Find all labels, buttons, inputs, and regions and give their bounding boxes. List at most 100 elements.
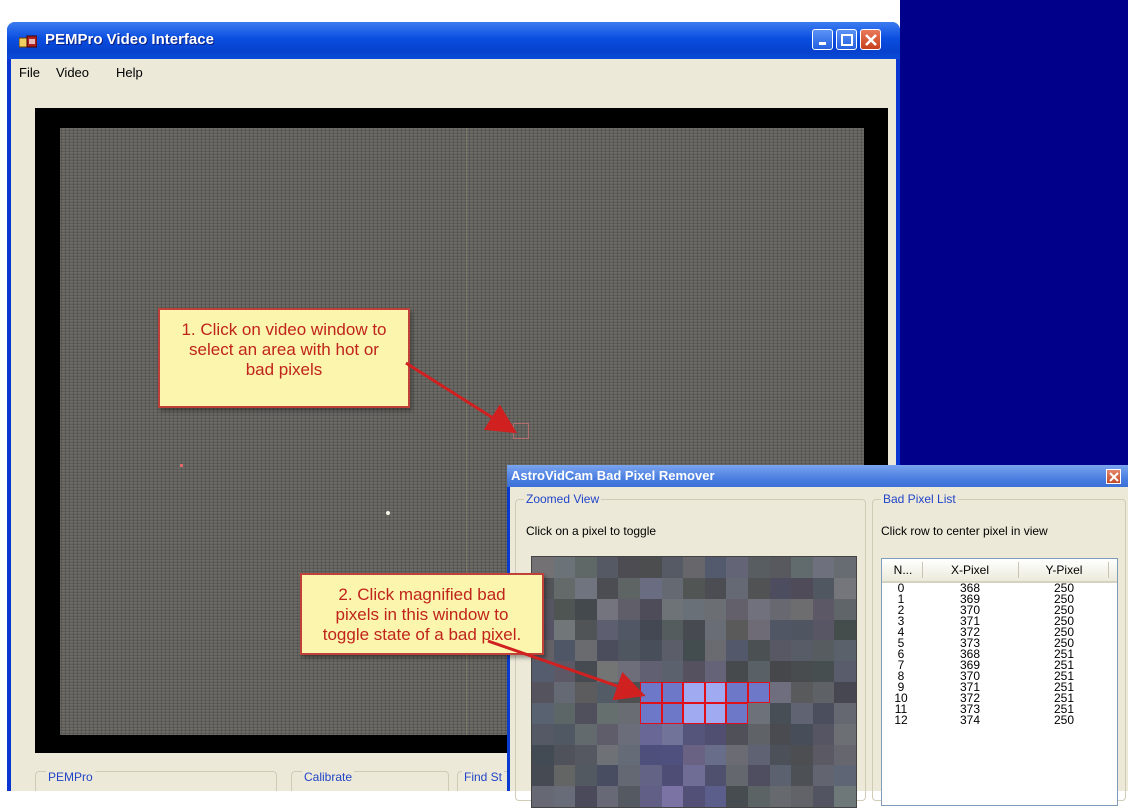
- pixel-cell[interactable]: [618, 661, 640, 682]
- pixel-cell[interactable]: [532, 786, 554, 807]
- pixel-cell[interactable]: [661, 640, 684, 662]
- pixel-cell[interactable]: [704, 598, 727, 620]
- pixel-cell[interactable]: [748, 723, 770, 745]
- table-row[interactable]: 9 371 251: [882, 681, 1117, 693]
- zoomed-pixel-grid[interactable]: [531, 556, 857, 808]
- pixel-cell[interactable]: [791, 744, 813, 766]
- pixel-cell[interactable]: [618, 682, 640, 703]
- pixel-cell[interactable]: [812, 723, 835, 745]
- pixel-cell[interactable]: [726, 744, 748, 766]
- pixel-cell[interactable]: [834, 619, 856, 641]
- table-row[interactable]: 0 368 250: [882, 582, 1117, 594]
- pixel-cell[interactable]: [812, 661, 835, 682]
- table-row[interactable]: 3 371 250: [882, 615, 1117, 627]
- pixel-cell[interactable]: [791, 640, 813, 662]
- pixel-cell[interactable]: [704, 723, 727, 745]
- pixel-cell[interactable]: [532, 702, 554, 724]
- pixel-cell[interactable]: [683, 786, 705, 807]
- pixel-cell[interactable]: [812, 682, 835, 703]
- table-row[interactable]: 7 369 251: [882, 659, 1117, 671]
- pixel-cell[interactable]: [769, 702, 792, 724]
- pixel-cell[interactable]: [661, 661, 684, 682]
- pixel-cell[interactable]: [553, 744, 576, 766]
- pixel-cell[interactable]: [748, 702, 770, 724]
- pixel-cell[interactable]: [683, 557, 705, 578]
- pixel-cell[interactable]: [640, 786, 662, 807]
- pixel-cell[interactable]: [618, 702, 640, 724]
- pixel-cell[interactable]: [575, 577, 597, 599]
- pixel-cell[interactable]: [769, 661, 792, 682]
- pixel-cell[interactable]: [812, 640, 835, 662]
- pixel-cell[interactable]: [596, 702, 619, 724]
- pixel-cell[interactable]: [748, 619, 770, 641]
- pixel-cell[interactable]: [748, 577, 770, 599]
- pixel-cell[interactable]: [640, 598, 662, 620]
- pixel-cell[interactable]: [618, 744, 640, 766]
- pixel-cell[interactable]: [596, 682, 619, 703]
- pixel-cell[interactable]: [532, 744, 554, 766]
- pixel-cell[interactable]: [726, 640, 748, 662]
- pixel-cell[interactable]: [726, 557, 748, 578]
- bad-pixel-cell[interactable]: [748, 682, 770, 703]
- pixel-cell[interactable]: [575, 744, 597, 766]
- pixel-cell[interactable]: [726, 577, 748, 599]
- pixel-cell[interactable]: [769, 557, 792, 578]
- bad-pixel-cell[interactable]: [683, 702, 705, 724]
- table-row[interactable]: 8 370 251: [882, 670, 1117, 682]
- pixel-cell[interactable]: [596, 598, 619, 620]
- pixel-cell[interactable]: [769, 682, 792, 703]
- pixel-cell[interactable]: [596, 557, 619, 578]
- pixel-cell[interactable]: [661, 723, 684, 745]
- pixel-cell[interactable]: [596, 786, 619, 807]
- bad-pixel-cell[interactable]: [661, 702, 684, 724]
- pixel-cell[interactable]: [575, 786, 597, 807]
- pixel-cell[interactable]: [726, 723, 748, 745]
- pixel-cell[interactable]: [791, 723, 813, 745]
- table-row[interactable]: 6 368 251: [882, 648, 1117, 660]
- table-row[interactable]: 11 373 251: [882, 703, 1117, 715]
- pixel-cell[interactable]: [596, 577, 619, 599]
- pixel-cell[interactable]: [769, 765, 792, 787]
- pixel-cell[interactable]: [575, 661, 597, 682]
- bad-pixel-cell[interactable]: [683, 682, 705, 703]
- pixel-cell[interactable]: [661, 765, 684, 787]
- pixel-cell[interactable]: [553, 577, 576, 599]
- pixel-cell[interactable]: [596, 744, 619, 766]
- bad-pixel-cell[interactable]: [640, 682, 662, 703]
- column-header-n[interactable]: N...: [888, 563, 918, 577]
- pixel-cell[interactable]: [683, 577, 705, 599]
- pixel-cell[interactable]: [704, 557, 727, 578]
- pixel-cell[interactable]: [618, 640, 640, 662]
- bad-pixel-cell[interactable]: [704, 682, 727, 703]
- table-row[interactable]: 1 369 250: [882, 593, 1117, 605]
- pixel-cell[interactable]: [834, 598, 856, 620]
- pixel-cell[interactable]: [834, 640, 856, 662]
- pixel-cell[interactable]: [834, 557, 856, 578]
- pixel-cell[interactable]: [618, 557, 640, 578]
- pixel-cell[interactable]: [834, 765, 856, 787]
- pixel-cell[interactable]: [748, 765, 770, 787]
- pixel-cell[interactable]: [532, 723, 554, 745]
- pixel-cell[interactable]: [769, 723, 792, 745]
- pixel-cell[interactable]: [704, 619, 727, 641]
- pixel-cell[interactable]: [834, 702, 856, 724]
- pixel-cell[interactable]: [812, 702, 835, 724]
- pixel-cell[interactable]: [618, 765, 640, 787]
- pixel-cell[interactable]: [791, 577, 813, 599]
- pixel-cell[interactable]: [704, 577, 727, 599]
- pixel-cell[interactable]: [596, 723, 619, 745]
- pixel-cell[interactable]: [769, 640, 792, 662]
- pixel-cell[interactable]: [596, 619, 619, 641]
- pixel-cell[interactable]: [791, 702, 813, 724]
- pixel-cell[interactable]: [596, 661, 619, 682]
- pixel-cell[interactable]: [791, 557, 813, 578]
- pixel-cell[interactable]: [704, 765, 727, 787]
- pixel-cell[interactable]: [726, 661, 748, 682]
- pixel-cell[interactable]: [683, 640, 705, 662]
- column-divider[interactable]: [1018, 562, 1019, 578]
- pixel-cell[interactable]: [661, 598, 684, 620]
- pixel-cell[interactable]: [553, 557, 576, 578]
- pixel-cell[interactable]: [618, 786, 640, 807]
- pixel-cell[interactable]: [834, 682, 856, 703]
- pixel-cell[interactable]: [834, 577, 856, 599]
